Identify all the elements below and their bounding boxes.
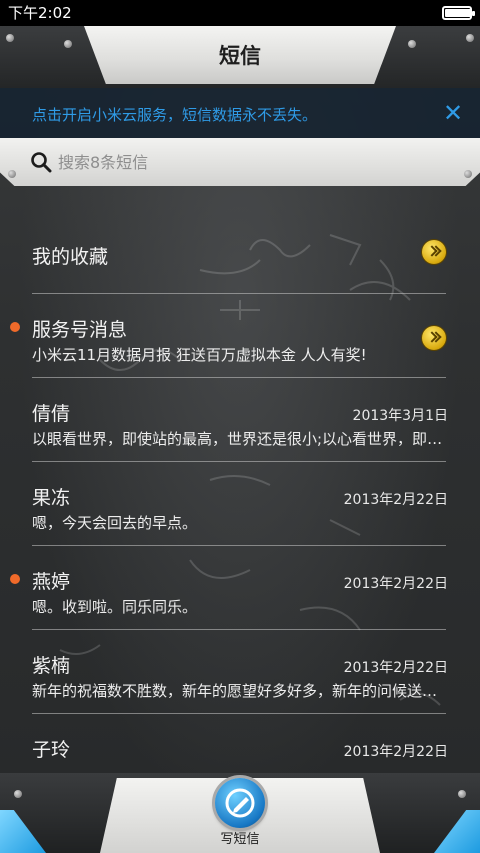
thread-name: 果冻 (32, 487, 71, 509)
unread-dot-icon (10, 322, 20, 332)
compose-button[interactable] (215, 778, 265, 828)
list-item-yanting[interactable]: 燕婷 2013年2月22日 嗯。收到啦。同乐同乐。 (0, 546, 480, 630)
compose-icon (225, 788, 255, 818)
list-item-qianqian[interactable]: 倩倩 2013年3月1日 以眼看世界，即使站的最高，世界还是很小;以心看世界，即… (0, 378, 480, 462)
forward-arrow-icon[interactable] (422, 240, 446, 264)
thread-date: 2013年2月22日 (343, 492, 448, 508)
cloud-notice-text[interactable]: 点击开启小米云服务，短信数据永不丢失。 (32, 104, 317, 125)
thread-date: 2013年2月22日 (343, 744, 448, 760)
thread-preview: 以眼看世界，即使站的最高，世界还是很小;以心看世界，即使站的最低，世界也是很大。 (32, 430, 444, 448)
thread-date: 2013年2月22日 (343, 660, 448, 676)
close-icon[interactable]: ✕ (440, 100, 466, 126)
thread-name: 子玲 (32, 739, 71, 761)
list-item-guodong[interactable]: 果冻 2013年2月22日 嗯，今天会回去的早点。 (0, 462, 480, 546)
status-time: 下午2:02 (8, 4, 72, 22)
thread-name: 我的收藏 (32, 246, 109, 268)
thread-preview: 嗯。收到啦。同乐同乐。 (32, 598, 198, 616)
thread-name: 服务号消息 (32, 319, 128, 341)
thread-preview: 新年的祝福数不胜数，新年的愿望好多好多，新年的问候送给你。 (32, 682, 444, 700)
status-bar: 下午2:02 (0, 0, 480, 26)
list-item-ziling[interactable]: 子玲 2013年2月22日 (0, 714, 480, 774)
forward-arrow-icon[interactable] (422, 326, 446, 350)
thread-date: 2013年3月1日 (352, 408, 448, 424)
search-icon (31, 152, 52, 173)
battery-icon (442, 6, 475, 20)
bolt-icon (464, 170, 472, 178)
list-item-favorites[interactable]: 我的收藏 (0, 210, 480, 294)
compose-label[interactable]: 写短信 (0, 828, 480, 847)
thread-date: 2013年2月22日 (343, 576, 448, 592)
page-title: 短信 (219, 44, 261, 68)
thread-name: 燕婷 (32, 571, 71, 593)
thread-preview: 小米云11月数据月报 狂送百万虚拟本金 人人有奖! (32, 346, 367, 364)
battery-level (445, 9, 471, 17)
list-item-service-messages[interactable]: 服务号消息 小米云11月数据月报 狂送百万虚拟本金 人人有奖! (0, 294, 480, 378)
bolt-icon (14, 790, 22, 798)
search-input[interactable] (58, 149, 438, 175)
unread-dot-icon (10, 574, 20, 584)
list-item-zinan[interactable]: 紫楠 2013年2月22日 新年的祝福数不胜数，新年的愿望好多好多，新年的问候送… (0, 630, 480, 714)
thread-name: 倩倩 (32, 403, 71, 425)
cloud-notice-banner[interactable]: 点击开启小米云服务，短信数据永不丢失。 ✕ (0, 88, 480, 138)
thread-name: 紫楠 (32, 655, 71, 677)
bolt-icon (458, 790, 466, 798)
bolt-icon (8, 170, 16, 178)
thread-preview: 嗯，今天会回去的早点。 (32, 514, 198, 532)
